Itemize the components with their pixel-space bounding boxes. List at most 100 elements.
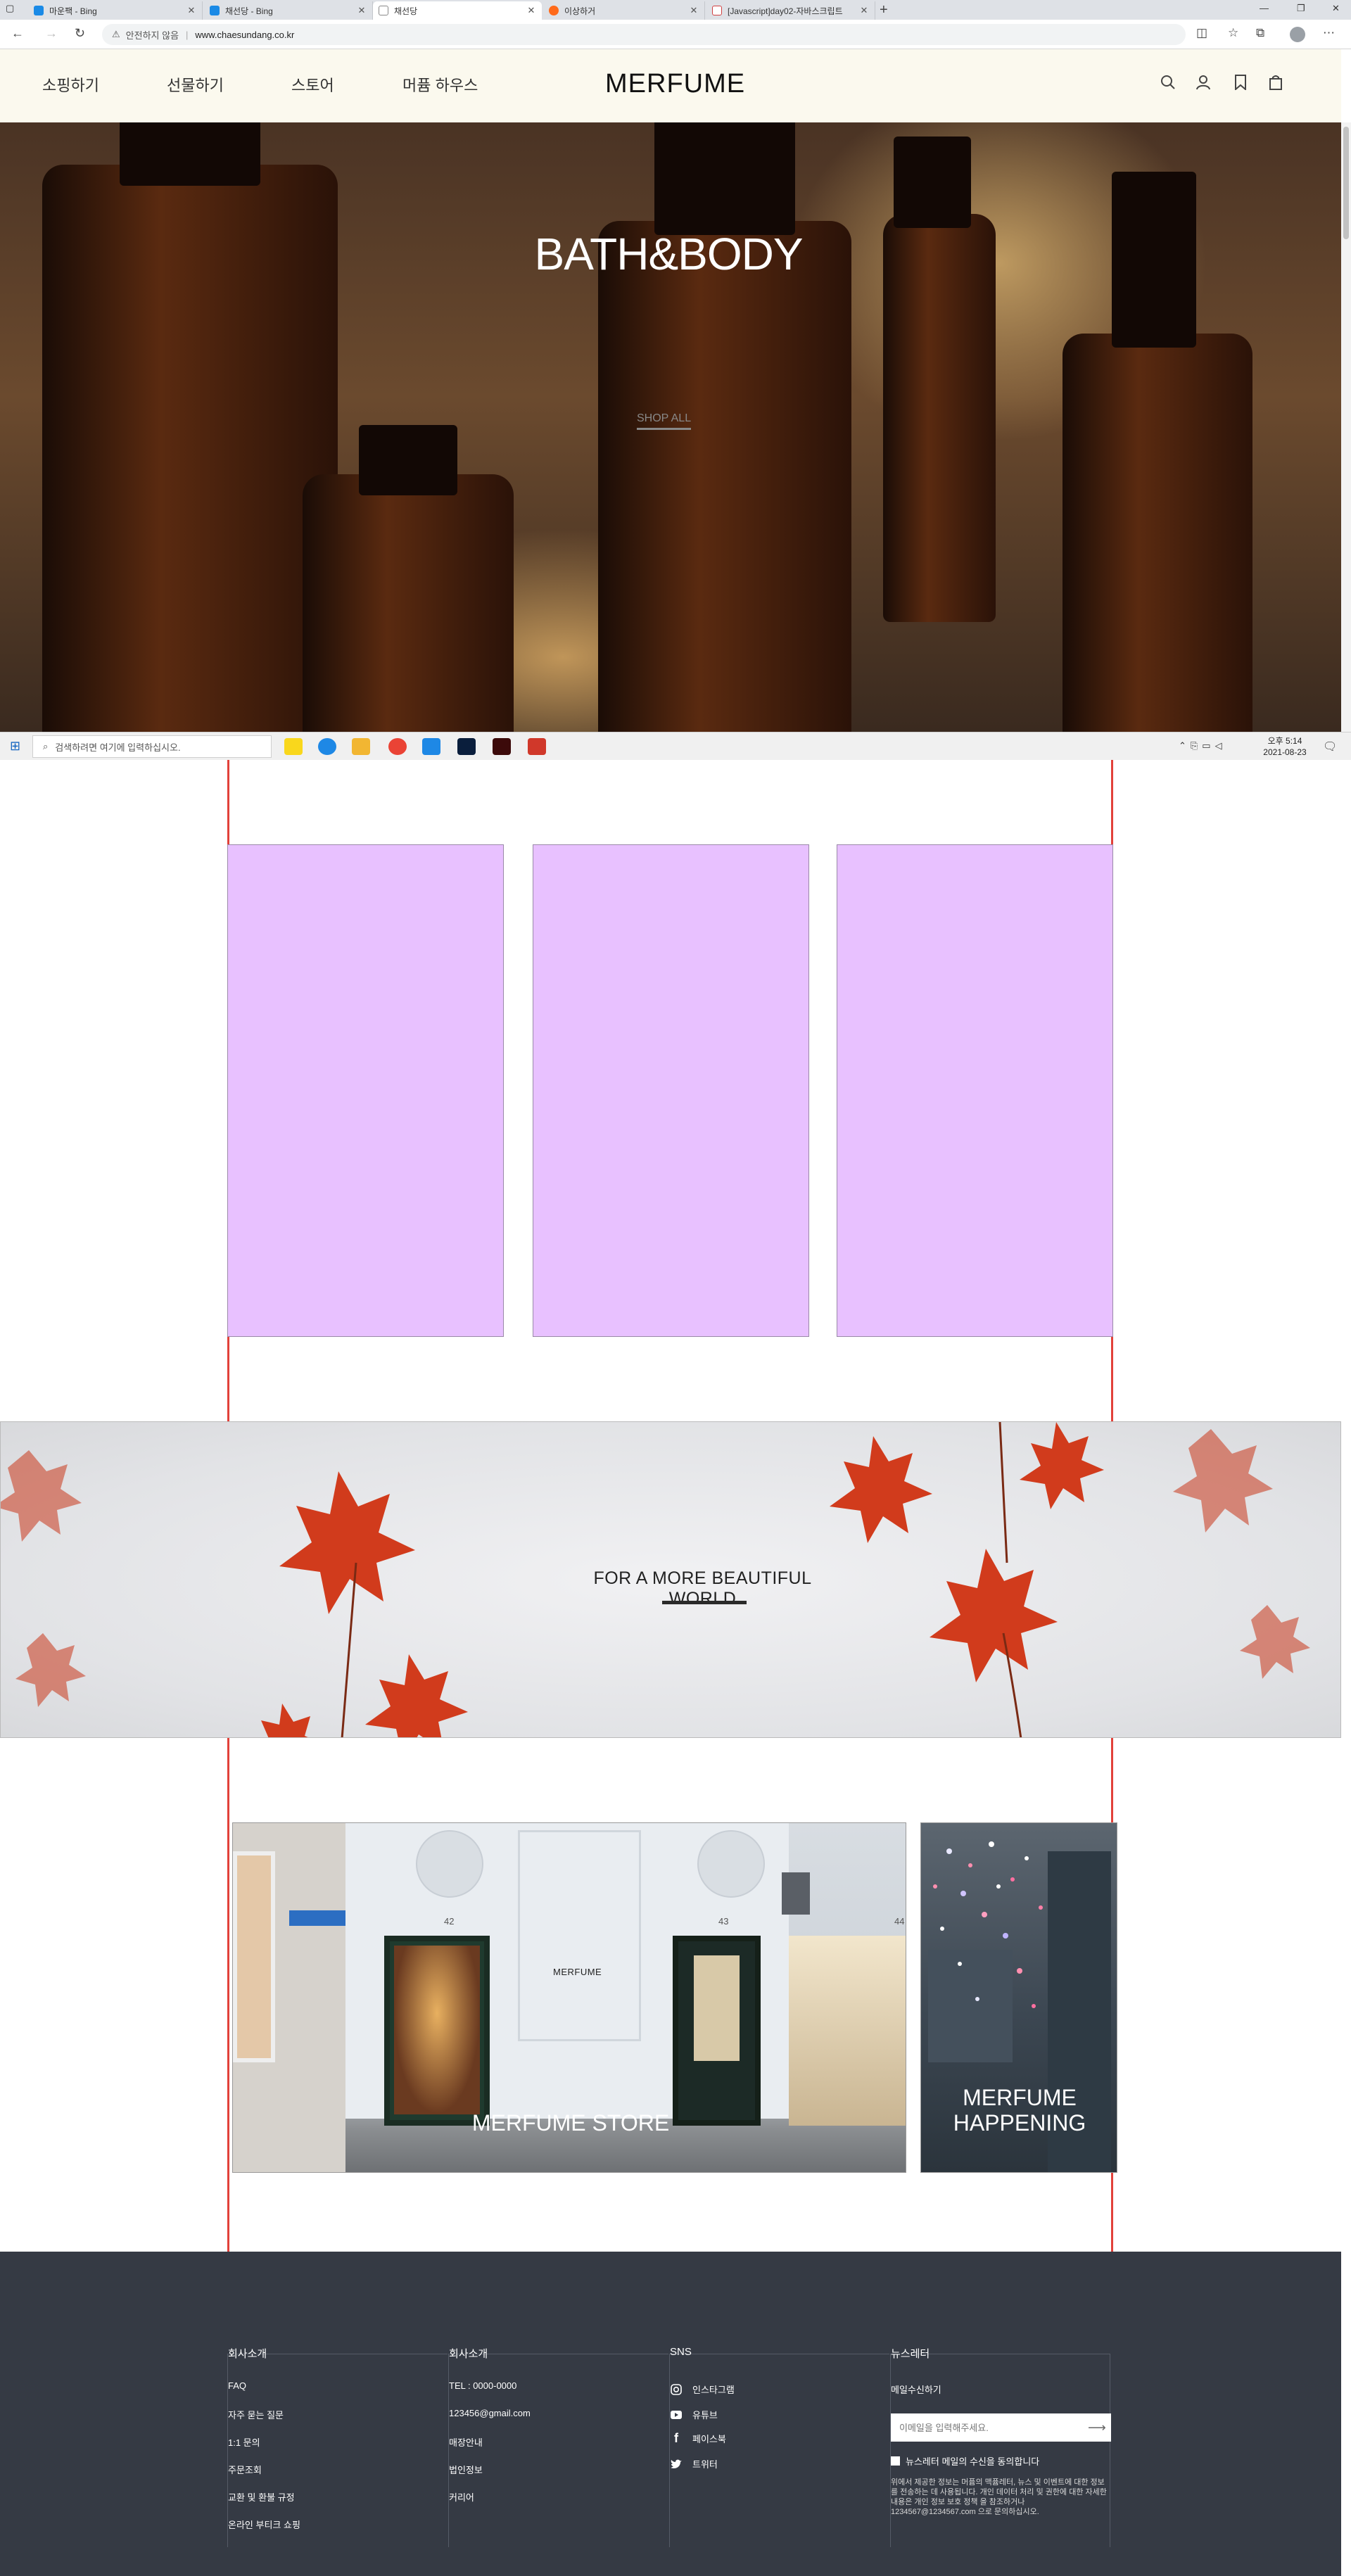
nav-shopping[interactable]: 소핑하기 (42, 73, 99, 96)
footer-link-refund-policy[interactable]: 교환 및 환불 규정 (228, 2490, 295, 2504)
scrollbar[interactable] (1341, 122, 1351, 732)
search-icon[interactable] (1159, 73, 1177, 91)
url-separator: | (186, 29, 189, 40)
file-explorer-app-icon[interactable] (352, 738, 370, 755)
browser-tab-active[interactable]: 채선당 ✕ (373, 1, 542, 20)
bottle-cap-image (120, 122, 260, 186)
shopping-bag-icon[interactable] (1267, 73, 1285, 91)
collections-icon[interactable]: ⧉ (1256, 26, 1264, 40)
refresh-icon[interactable]: ↻ (75, 26, 85, 41)
profile-avatar[interactable] (1290, 27, 1305, 42)
wall-lamp-image (782, 1872, 810, 1915)
bottle-image (883, 214, 996, 622)
footer-link-online-boutique[interactable]: 온라인 부티크 쇼핑 (228, 2518, 300, 2531)
footer-link-instagram[interactable]: 인스타그램 (670, 2383, 735, 2396)
new-tab-icon[interactable]: + (880, 2, 888, 18)
footer-column-contact: 회사소개 TEL : 0000-0000 123456@gmail.com 매장… (448, 2348, 668, 2547)
kakaotalk-app-icon[interactable] (284, 738, 303, 755)
bottle-image (42, 165, 338, 732)
illustrator-app-icon[interactable] (493, 738, 511, 755)
more-options-icon[interactable]: ⋯ (1323, 26, 1335, 40)
merfume-store-label: MERFUME STORE (471, 2110, 670, 2136)
security-label: 안전하지 않음 (125, 30, 179, 41)
warning-icon: ⚠ (112, 29, 120, 39)
shop-all-link[interactable]: SHOP ALL (637, 412, 692, 430)
back-icon[interactable]: ← (11, 26, 24, 41)
taskbar-search[interactable]: ⌕ 검색하려면 여기에 입력하십시오. (32, 735, 272, 758)
url-field[interactable]: ⚠ 안전하지 않음 | www.chaesundang.co.kr (102, 24, 1186, 45)
browser-tab-5[interactable]: [Javascript]day02-자바스크립트 ✕ (706, 1, 875, 20)
interior-image (694, 1955, 740, 2061)
system-tray-icons[interactable]: ⌃⎘▭◁ (1179, 740, 1226, 751)
footer-email[interactable]: 123456@gmail.com (449, 2408, 531, 2418)
consent-checkbox[interactable] (891, 2456, 900, 2466)
close-tab-icon[interactable]: ✕ (186, 5, 196, 16)
twitter-icon (670, 2458, 683, 2470)
close-window-icon[interactable]: ✕ (1332, 3, 1340, 14)
minimize-icon[interactable]: — (1260, 3, 1269, 13)
close-tab-icon[interactable]: ✕ (859, 5, 869, 16)
product-card-placeholder[interactable] (227, 844, 504, 1337)
site-footer: 회사소개 FAQ 자주 묻는 질문 1:1 문의 주문조회 교환 및 환불 규정… (0, 2252, 1341, 2576)
vscode-app-icon[interactable] (422, 738, 440, 755)
bookmark-icon[interactable] (1231, 73, 1250, 91)
footer-link-inquiry[interactable]: 1:1 문의 (228, 2435, 260, 2449)
product-card-placeholder[interactable] (837, 844, 1113, 1337)
notification-icon[interactable]: 🗨 (1323, 740, 1337, 754)
edge-app-icon[interactable] (318, 738, 336, 755)
site-logo[interactable]: MERFUME (605, 69, 744, 99)
merfume-happening-card[interactable]: MERFUME HAPPENING (920, 1822, 1117, 2173)
footer-link-corporate[interactable]: 법인정보 (449, 2463, 483, 2476)
chrome-app-icon[interactable] (388, 738, 407, 755)
footer-link-faq[interactable]: FAQ (228, 2380, 246, 2391)
newsletter-consent[interactable]: 뉴스레터 메일의 수신을 동의합니다 (891, 2454, 1039, 2468)
footer-link-facebook[interactable]: f 페이스북 (670, 2431, 726, 2445)
bottle-cap-image (654, 122, 795, 235)
nav-store[interactable]: 스토어 (291, 73, 334, 96)
merfume-store-card[interactable]: 42 43 44 MERFUME MERFUME STORE (232, 1822, 906, 2173)
page-favicon-icon (379, 6, 388, 15)
footer-link-questions[interactable]: 자주 묻는 질문 (228, 2408, 284, 2421)
site-favicon-icon (549, 6, 559, 15)
footer-link-order-lookup[interactable]: 주문조회 (228, 2463, 262, 2476)
close-tab-icon[interactable]: ✕ (357, 5, 367, 16)
tab-actions-icon[interactable]: ▢ (6, 3, 14, 14)
bing-favicon-icon (34, 6, 44, 15)
close-tab-icon[interactable]: ✕ (526, 5, 536, 16)
reader-icon[interactable]: ◫ (1196, 26, 1207, 40)
browser-tab-1[interactable]: 마운팩 - Bing ✕ (28, 1, 203, 20)
user-icon[interactable] (1194, 73, 1212, 91)
windows-start-icon[interactable]: ⊞ (10, 739, 20, 754)
close-tab-icon[interactable]: ✕ (689, 5, 699, 16)
nav-gift[interactable]: 선물하기 (167, 73, 224, 96)
search-placeholder: 검색하려면 여기에 입력하십시오. (55, 742, 181, 753)
tab-label: 이상하거 (564, 6, 596, 16)
footer-heading: 뉴스레터 (891, 2348, 930, 2360)
bottle-cap-image (894, 137, 971, 228)
windows-taskbar: ⊞ ⌕ 검색하려면 여기에 입력하십시오. ⌃⎘▭◁ 오후 5:14 2021-… (0, 732, 1351, 760)
footer-phone: TEL : 0000-0000 (449, 2380, 517, 2391)
browser-tab-2[interactable]: 채선당 - Bing ✕ (204, 1, 373, 20)
footer-link-stores[interactable]: 매장안내 (449, 2435, 483, 2449)
powerpoint-app-icon[interactable] (528, 738, 546, 755)
product-card-placeholder[interactable] (533, 844, 809, 1337)
nav-merfume-house[interactable]: 머퓸 하우스 (402, 73, 478, 96)
footer-link-twitter[interactable]: 트위터 (670, 2457, 718, 2470)
scrollbar-thumb[interactable] (1343, 127, 1349, 239)
forward-icon[interactable]: → (45, 26, 58, 41)
hero-banner: BATH&BODY SHOP ALL (0, 122, 1341, 732)
browser-tab-4[interactable]: 이상하거 ✕ (543, 1, 705, 20)
footer-column-newsletter: 뉴스레터 메일수신하기 ⟶ 뉴스레터 메일의 수신을 동의합니다 위에서 제공한… (890, 2348, 1111, 2547)
facebook-label: 페이스북 (692, 2434, 726, 2444)
hero-title: BATH&BODY (534, 229, 804, 279)
favorites-star-icon[interactable]: ☆ (1228, 26, 1238, 40)
photoshop-app-icon[interactable] (457, 738, 476, 755)
submit-arrow-icon[interactable]: ⟶ (1088, 2420, 1106, 2435)
bottle-image (303, 474, 514, 732)
taskbar-clock[interactable]: 오후 5:14 2021-08-23 (1260, 735, 1310, 758)
footer-link-careers[interactable]: 커리어 (449, 2490, 474, 2504)
footer-link-youtube[interactable]: 유튜브 (670, 2408, 718, 2421)
restore-icon[interactable]: ❐ (1297, 3, 1305, 14)
newsletter-email-input[interactable] (891, 2413, 1111, 2442)
door-number: 43 (718, 1916, 729, 1927)
